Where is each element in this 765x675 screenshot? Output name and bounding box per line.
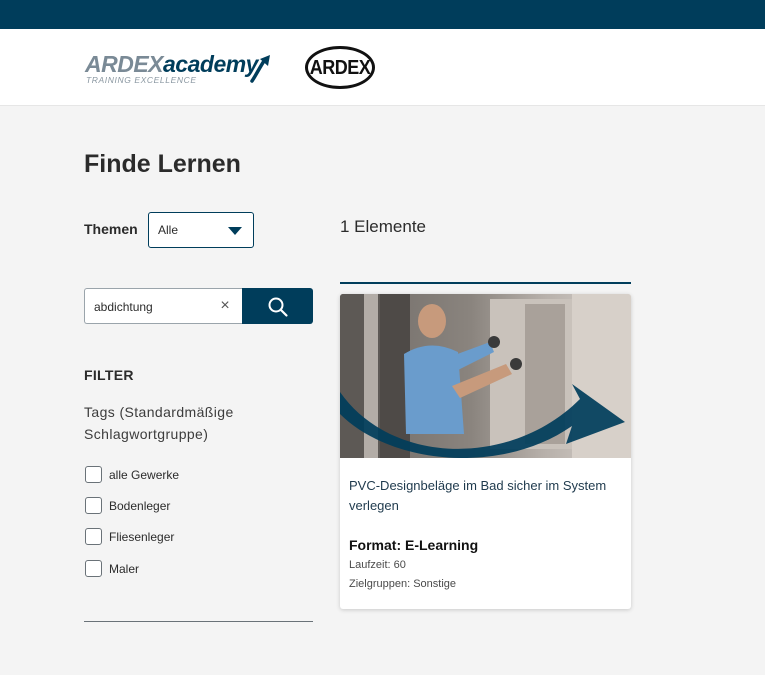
search-input-value: abdichtung xyxy=(94,300,153,314)
search-button[interactable] xyxy=(242,288,313,324)
course-card[interactable]: PVC-Designbeläge im Bad sicher im System… xyxy=(340,294,631,609)
clear-icon[interactable]: × xyxy=(217,297,233,315)
checkbox-label: Maler xyxy=(109,562,140,576)
ardex-logo[interactable]: ARDEX xyxy=(305,46,375,89)
ardex-logo-text: ARDEX xyxy=(309,55,371,79)
course-format: Format: E-Learning xyxy=(349,537,479,553)
checkbox-label: alle Gewerke xyxy=(109,468,180,482)
course-target-groups: Zielgruppen: Sonstige xyxy=(349,578,457,590)
swoosh-arrow-icon xyxy=(250,55,270,83)
checkbox[interactable] xyxy=(85,466,102,483)
results-divider xyxy=(340,282,631,284)
chevron-down-icon xyxy=(228,227,242,235)
search-icon xyxy=(268,297,288,317)
academy-brand: ARDEXacademy xyxy=(85,51,258,77)
checkbox-label: Fliesenleger xyxy=(109,530,175,544)
result-count: 1 Elemente xyxy=(340,217,426,236)
checkbox[interactable] xyxy=(85,560,102,577)
search-input[interactable]: abdichtung × xyxy=(84,288,242,324)
checkbox[interactable] xyxy=(85,497,102,514)
filter-divider xyxy=(84,621,313,622)
ardex-academy-logo[interactable]: ARDEXacademy TRAINING EXCELLENCE xyxy=(85,51,275,91)
page-title: Finde Lernen xyxy=(84,150,241,178)
filter-heading: FILTER xyxy=(84,367,134,383)
course-duration: Laufzeit: 60 xyxy=(349,559,406,571)
themen-selected-value: Alle xyxy=(158,223,179,237)
tags-group-title: Tags (Standardmäßige Schlagwortgruppe) xyxy=(84,404,234,442)
course-thumbnail-image xyxy=(340,294,631,458)
themen-label: Themen xyxy=(84,221,138,237)
search-bar: abdichtung × xyxy=(84,288,313,324)
top-bar xyxy=(0,0,765,29)
checkbox[interactable] xyxy=(85,528,102,545)
themen-select[interactable]: Alle xyxy=(148,212,254,248)
course-title[interactable]: PVC-Designbeläge im Bad sicher im System… xyxy=(349,476,619,516)
site-header: ARDEXacademy TRAINING EXCELLENCE ARDEX xyxy=(0,29,765,106)
academy-tagline: TRAINING EXCELLENCE xyxy=(86,75,197,85)
checkbox-label: Bodenleger xyxy=(109,499,171,513)
